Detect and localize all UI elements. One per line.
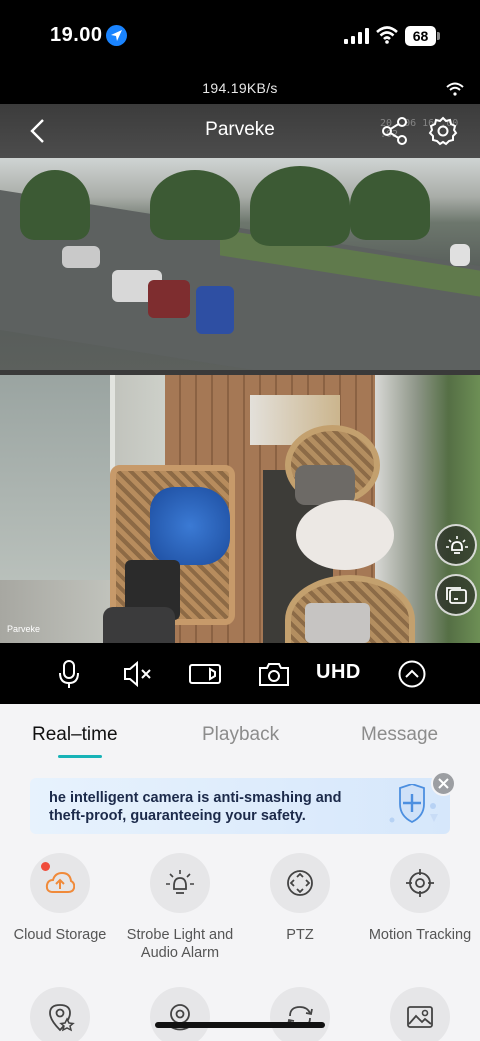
scene-window: [0, 375, 115, 580]
home-indicator[interactable]: [155, 1022, 325, 1028]
share-icon[interactable]: [380, 116, 410, 146]
feature-label: Cloud Storage: [13, 927, 107, 943]
stream-info-bar: 194.19KB/s: [0, 74, 480, 104]
mute-button[interactable]: [121, 657, 155, 691]
battery-indicator: 68: [405, 26, 440, 46]
scene-blue-tarp: [150, 487, 230, 565]
microphone-button[interactable]: [52, 657, 86, 691]
gear-icon[interactable]: [428, 116, 458, 146]
feature-icon-circle: [270, 853, 330, 913]
banner-text: he intelligent camera is anti-smashing a…: [49, 790, 342, 824]
battery-level: 68: [405, 26, 436, 46]
record-button[interactable]: [188, 657, 222, 691]
camera-view-street: [0, 158, 480, 373]
stream-speed: 194.19KB/s: [202, 80, 278, 96]
notification-badge: [41, 862, 50, 871]
wifi-icon: [376, 26, 398, 44]
scene-car: [450, 244, 470, 266]
close-icon: [438, 778, 449, 789]
scene-tree: [20, 170, 90, 240]
feature-icon-circle: [30, 987, 90, 1041]
ptz-icon: [287, 870, 313, 896]
multi-view-button[interactable]: [435, 574, 477, 616]
snapshot-button[interactable]: [257, 657, 291, 691]
scene-cushion: [295, 465, 355, 505]
feature-label: Strobe Light and Audio Alarm: [126, 927, 234, 961]
tab-message[interactable]: Message: [361, 724, 438, 746]
camera-overlay-label: Parveke: [7, 624, 41, 634]
expand-button[interactable]: [395, 657, 429, 691]
feature-panel: Real–time Playback Message he intelligen…: [0, 704, 480, 1041]
video-camera-icon: [189, 664, 221, 684]
location-arrow-icon: [106, 25, 127, 46]
feature-icon-circle: [270, 987, 330, 1041]
status-bar: 19.00 68: [0, 0, 480, 74]
camera-live-view[interactable]: Parveke 20 .06 16 .00 .02 Parveke: [0, 104, 480, 643]
light-bulb-icon: [446, 536, 468, 554]
feature-icon-circle: [30, 853, 90, 913]
feature-icon-circle: [390, 987, 450, 1041]
active-tab-indicator: [58, 755, 102, 758]
feature-icon-circle: [150, 987, 210, 1041]
speaker-mute-icon: [124, 660, 151, 688]
promo-banner[interactable]: he intelligent camera is anti-smashing a…: [30, 778, 450, 834]
microphone-icon: [59, 660, 79, 688]
battery-tip: [437, 32, 440, 40]
scene-cushion: [305, 603, 370, 643]
cloud-upload-icon: [45, 871, 75, 893]
light-bulb-icon: [166, 870, 194, 894]
feature-icon-circle: [150, 853, 210, 913]
scene-tree: [350, 170, 430, 240]
crosshair-icon: [406, 869, 434, 897]
scene-table: [296, 500, 394, 570]
scene-bin: [103, 607, 175, 643]
status-time: 19.00: [50, 24, 103, 46]
location-star-icon: [49, 1004, 75, 1032]
scene-car: [196, 286, 234, 334]
scene-car: [148, 280, 190, 318]
playback-controls: UHD: [0, 643, 480, 704]
image-icon: [407, 1006, 433, 1028]
feature-icon-circle: [390, 853, 450, 913]
scene-tree: [150, 170, 240, 240]
tab-real-time[interactable]: Real–time: [32, 724, 118, 746]
chevron-up-circle-icon: [398, 660, 426, 688]
wifi-strength-icon: [446, 82, 464, 96]
scene-car: [62, 246, 100, 268]
camera-header: 20 .06 16 .00 .02 Parveke: [0, 104, 480, 158]
quality-toggle[interactable]: UHD: [316, 661, 361, 684]
camera-icon: [259, 663, 289, 686]
banner-close-button[interactable]: [431, 771, 456, 796]
light-toggle-button[interactable]: [435, 524, 477, 566]
feature-label: PTZ: [286, 927, 314, 943]
tab-playback[interactable]: Playback: [202, 724, 279, 746]
multi-screen-icon: [446, 587, 467, 604]
scene-tree: [250, 166, 350, 246]
cellular-signal-icon: [344, 28, 369, 44]
camera-view-balcony: Parveke: [0, 375, 480, 643]
feature-label: Motion Tracking: [368, 927, 472, 943]
